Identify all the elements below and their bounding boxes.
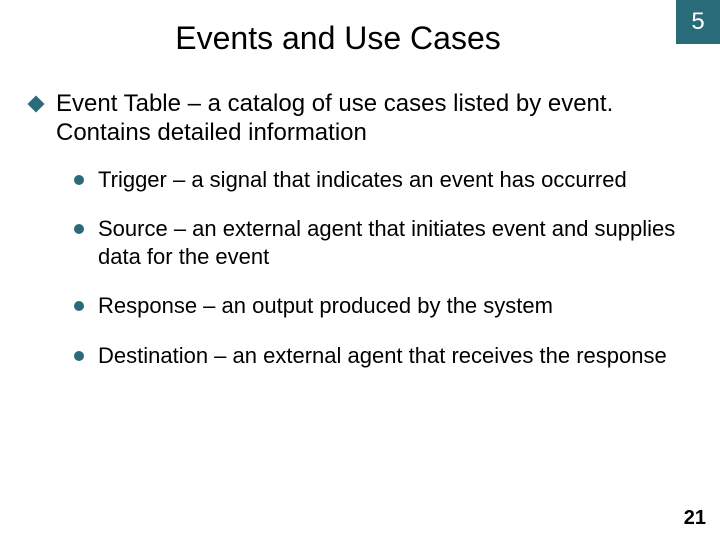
dot-icon: [74, 175, 84, 185]
chapter-number: 5: [691, 8, 704, 36]
slide-title: Events and Use Cases: [0, 20, 676, 57]
sub-point-text: Source – an external agent that initiate…: [98, 215, 690, 270]
main-point-text: Event Table – a catalog of use cases lis…: [56, 90, 690, 148]
sub-point-text: Destination – an external agent that rec…: [98, 342, 667, 370]
sub-point-text: Response – an output produced by the sys…: [98, 292, 553, 320]
chapter-number-box: 5: [676, 0, 720, 44]
dot-icon: [74, 301, 84, 311]
diamond-icon: [28, 96, 45, 113]
dot-icon: [74, 351, 84, 361]
bullet-level1: Event Table – a catalog of use cases lis…: [30, 90, 690, 148]
bullet-level2: Response – an output produced by the sys…: [74, 292, 690, 320]
sub-bullets: Trigger – a signal that indicates an eve…: [74, 166, 690, 370]
bullet-level2: Trigger – a signal that indicates an eve…: [74, 166, 690, 194]
bullet-level2: Source – an external agent that initiate…: [74, 215, 690, 270]
page-number: 21: [684, 507, 706, 530]
bullet-level2: Destination – an external agent that rec…: [74, 342, 690, 370]
dot-icon: [74, 224, 84, 234]
sub-point-text: Trigger – a signal that indicates an eve…: [98, 166, 627, 194]
slide-body: Event Table – a catalog of use cases lis…: [30, 90, 690, 391]
